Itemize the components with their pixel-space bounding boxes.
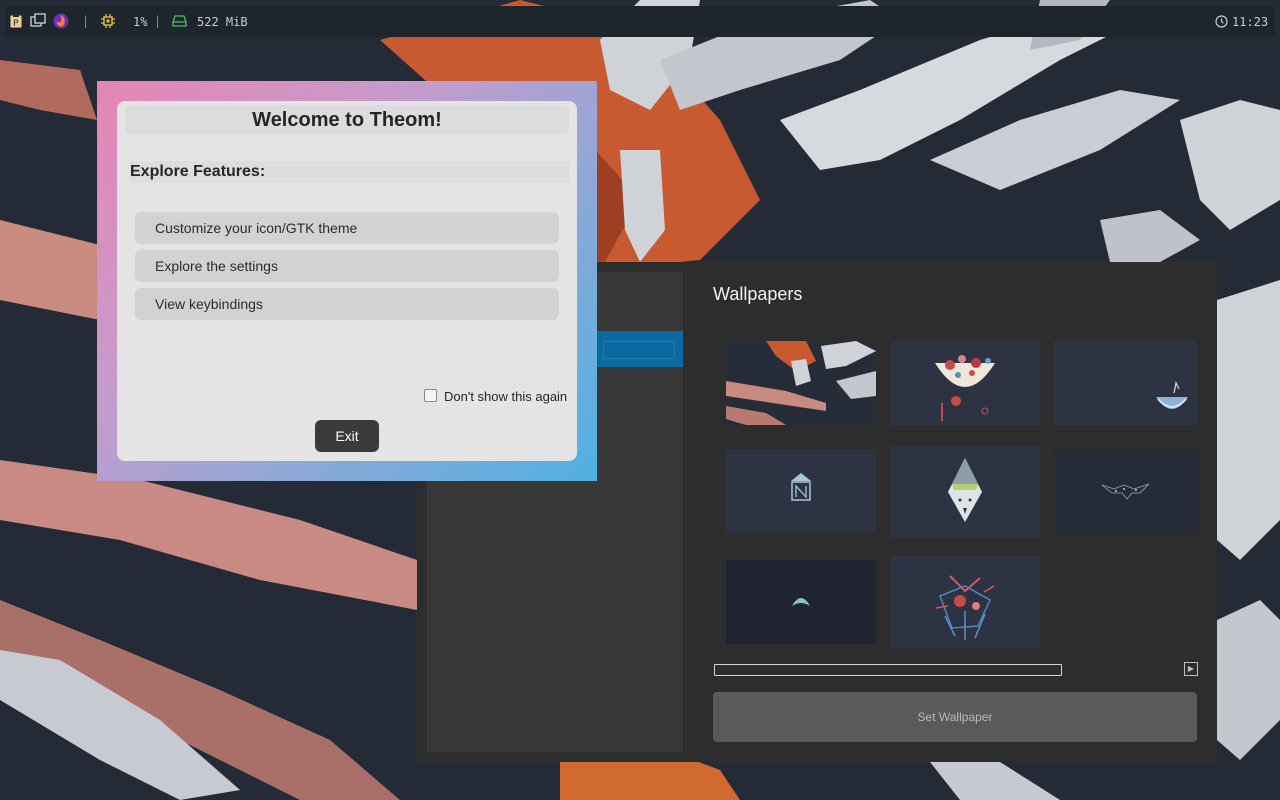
dont-show-again-checkbox[interactable] bbox=[424, 389, 437, 402]
sidebar-item-selected[interactable] bbox=[597, 331, 683, 367]
wallpaper-thumbnail[interactable] bbox=[890, 556, 1040, 648]
wallpaper-thumbnail[interactable] bbox=[1054, 449, 1197, 533]
wallpaper-thumbnail[interactable] bbox=[890, 446, 1040, 538]
clock[interactable]: 11:23 bbox=[1232, 15, 1268, 29]
wallpaper-thumbnail[interactable] bbox=[890, 341, 1040, 425]
horizontal-scrollbar[interactable] bbox=[714, 664, 1062, 676]
customize-theme-button[interactable]: Customize your icon/GTK theme bbox=[135, 212, 559, 244]
set-wallpaper-button[interactable]: Set Wallpaper bbox=[713, 692, 1197, 742]
welcome-dialog: Welcome to Theom! Explore Features: Cust… bbox=[97, 81, 597, 481]
separator: | bbox=[82, 14, 90, 28]
cpu-usage: 1% bbox=[133, 15, 148, 29]
memory-usage: 522 MiB bbox=[197, 15, 248, 29]
cpu-icon bbox=[101, 14, 115, 28]
features-heading: Explore Features: bbox=[130, 161, 569, 183]
explore-settings-button[interactable]: Explore the settings bbox=[135, 250, 559, 282]
wallpaper-thumbnail[interactable] bbox=[726, 449, 876, 533]
wallpaper-thumbnail[interactable] bbox=[726, 560, 876, 644]
exit-button[interactable]: Exit bbox=[315, 420, 379, 452]
memory-icon bbox=[172, 15, 187, 27]
top-bar: P | 1% | 522 MiB 11:23 bbox=[5, 6, 1275, 37]
sidebar-item-focus-ring bbox=[603, 341, 675, 359]
section-title: Wallpapers bbox=[713, 284, 803, 304]
wallpaper-thumbnail[interactable] bbox=[726, 341, 876, 425]
svg-text:P: P bbox=[13, 19, 19, 29]
scroll-right-button[interactable]: ▶ bbox=[1184, 662, 1198, 676]
window-switcher-icon[interactable] bbox=[30, 13, 46, 29]
desktop: P | 1% | 522 MiB 11:23 Wallpapers ▶ Set … bbox=[0, 0, 1280, 800]
wallpaper-thumbnail[interactable] bbox=[1054, 341, 1197, 425]
firefox-icon[interactable] bbox=[53, 13, 69, 29]
separator: | bbox=[154, 14, 162, 28]
welcome-title: Welcome to Theom! bbox=[125, 105, 569, 135]
view-keybindings-button[interactable]: View keybindings bbox=[135, 288, 559, 320]
welcome-panel: Welcome to Theom! Explore Features: Cust… bbox=[117, 101, 577, 461]
clock-icon bbox=[1215, 15, 1228, 28]
clipboard-icon[interactable]: P bbox=[8, 13, 24, 29]
dont-show-again-label[interactable]: Don't show this again bbox=[444, 389, 567, 404]
